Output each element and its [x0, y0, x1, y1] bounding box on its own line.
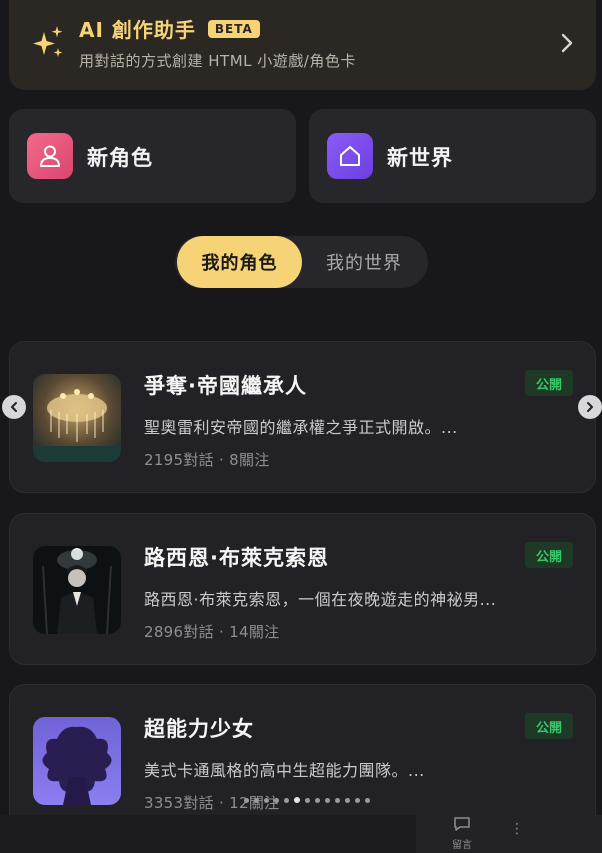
- character-description: 聖奧雷利安帝國的繼承權之爭正式開啟。...: [144, 418, 458, 437]
- pagination-dot[interactable]: [325, 797, 330, 803]
- character-card[interactable]: 爭奪·帝國繼承人 公開 聖奧雷利安帝國的繼承權之爭正式開啟。... 2195對話…: [9, 341, 596, 493]
- new-character-label: 新角色: [87, 146, 153, 170]
- tab-my-characters[interactable]: 我的角色: [177, 236, 302, 288]
- character-description: 路西恩·布萊克索恩，一個在夜晚遊走的神祕男...: [144, 590, 497, 609]
- carousel-pagination: [244, 797, 370, 803]
- pagination-dot-active[interactable]: [294, 797, 300, 803]
- public-badge: 公開: [525, 370, 573, 396]
- chevron-right-icon[interactable]: [560, 32, 574, 54]
- ai-assistant-banner[interactable]: AI 創作助手 BETA 用對話的方式創建 HTML 小遊戲/角色卡: [9, 0, 596, 90]
- chevron-right-icon: [587, 402, 593, 412]
- character-name: 爭奪·帝國繼承人: [144, 374, 307, 398]
- character-name: 路西恩·布萊克索恩: [144, 546, 329, 570]
- pagination-dot[interactable]: [244, 797, 249, 803]
- character-thumbnail-dark-figure: [33, 546, 121, 634]
- character-card[interactable]: 超能力少女 公開 美式卡通風格的高中生超能力團隊。... 3353對話 · 12…: [9, 684, 596, 836]
- character-stats: 2896對話 · 14關注: [144, 623, 280, 641]
- comment-icon: [454, 817, 470, 831]
- pagination-dot[interactable]: [355, 797, 360, 803]
- pagination-dot[interactable]: [284, 797, 289, 803]
- character-thumbnail-chandelier: [33, 374, 121, 462]
- user-icon: [27, 133, 73, 179]
- character-thumbnail-purple-silhouette: [33, 717, 121, 805]
- comment-button[interactable]: 留言: [442, 815, 482, 853]
- beta-badge: BETA: [207, 19, 260, 38]
- pagination-dot[interactable]: [305, 797, 310, 803]
- new-world-label: 新世界: [387, 146, 453, 170]
- character-stats: 2195對話 · 8關注: [144, 451, 270, 469]
- character-description: 美式卡通風格的高中生超能力團隊。...: [144, 761, 425, 780]
- carousel-prev-button[interactable]: [2, 395, 26, 419]
- ai-banner-title: AI 創作助手: [79, 18, 196, 42]
- new-world-button[interactable]: 新世界: [309, 109, 596, 203]
- pagination-dot[interactable]: [365, 797, 370, 803]
- pagination-dot[interactable]: [254, 797, 259, 803]
- carousel-next-button[interactable]: [578, 395, 602, 419]
- character-name: 超能力少女: [144, 717, 254, 741]
- pagination-dot[interactable]: [335, 797, 340, 803]
- more-options-icon[interactable]: ⋮: [510, 821, 524, 841]
- ai-banner-subtitle: 用對話的方式創建 HTML 小遊戲/角色卡: [79, 52, 356, 70]
- pagination-dot[interactable]: [264, 797, 269, 803]
- public-badge: 公開: [525, 713, 573, 739]
- pagination-dot[interactable]: [315, 797, 320, 803]
- tab-my-worlds[interactable]: 我的世界: [302, 236, 426, 288]
- character-card[interactable]: 路西恩·布萊克索恩 公開 路西恩·布萊克索恩，一個在夜晚遊走的神祕男... 28…: [9, 513, 596, 665]
- sparkles-icon: [33, 26, 63, 57]
- tab-switcher: 我的角色 我的世界: [175, 236, 428, 288]
- chevron-left-icon: [11, 402, 17, 412]
- pagination-dot[interactable]: [274, 797, 279, 803]
- comment-label: 留言: [452, 840, 472, 851]
- bottom-toolbar: 留言 ⋮: [0, 815, 602, 853]
- home-icon: [327, 133, 373, 179]
- new-character-button[interactable]: 新角色: [9, 109, 296, 203]
- public-badge: 公開: [525, 542, 573, 568]
- pagination-dot[interactable]: [345, 797, 350, 803]
- page: AI 創作助手 BETA 用對話的方式創建 HTML 小遊戲/角色卡 新角色 新…: [0, 0, 602, 853]
